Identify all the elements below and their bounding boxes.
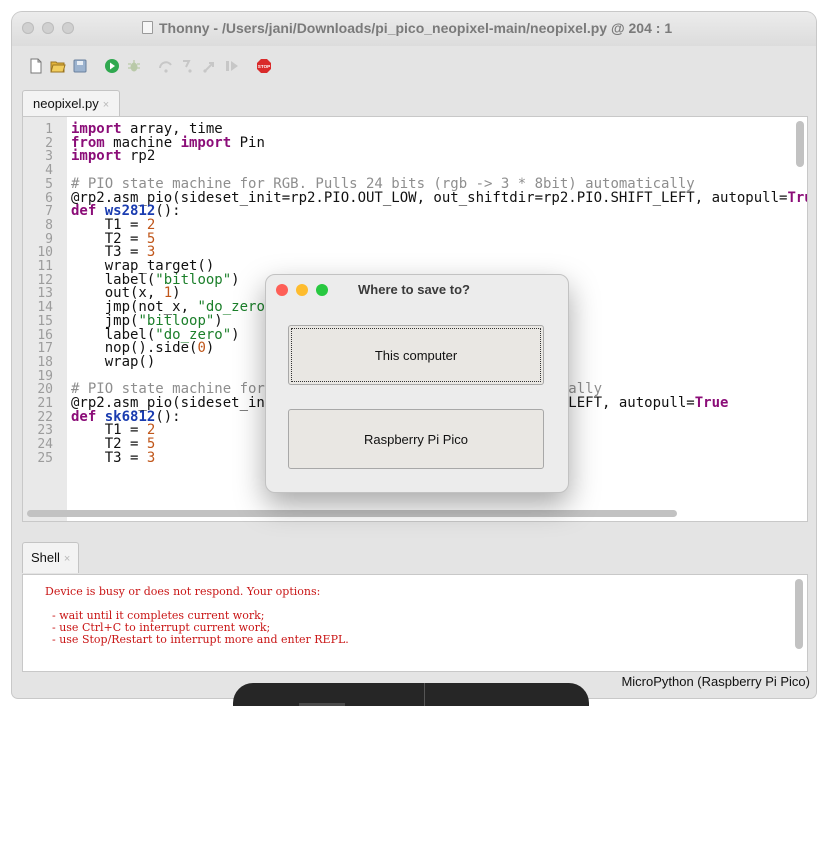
open-file-icon[interactable]: [50, 58, 66, 74]
shell-panel[interactable]: Device is busy or does not respond. Your…: [22, 574, 808, 672]
editor-vertical-scrollbar[interactable]: [796, 121, 804, 167]
tab-shell[interactable]: Shell ×: [22, 542, 80, 573]
interpreter-status[interactable]: MicroPython (Raspberry Pi Pico): [621, 674, 810, 689]
line-number: 11: [37, 259, 53, 274]
line-number: 7: [45, 204, 53, 220]
step-into-icon[interactable]: [180, 58, 196, 74]
code-line: @rp2.asm_pio(sideset_init=rp2.PIO.OUT_LO…: [71, 189, 807, 206]
line-number: 4: [45, 163, 53, 179]
line-number: 24: [37, 437, 53, 453]
line-number: 15: [37, 313, 53, 329]
tab-neopixel-py[interactable]: neopixel.py ×: [22, 90, 121, 117]
line-number: 10: [37, 245, 53, 261]
shell-message: Device is busy or does not respond. Your…: [45, 585, 321, 598]
dialog-close-icon[interactable]: [276, 284, 288, 296]
close-window-icon[interactable]: [22, 22, 34, 34]
line-number: 17: [37, 341, 53, 357]
line-number: 5: [45, 176, 53, 192]
editor-horizontal-scrollbar[interactable]: [27, 510, 677, 517]
tab-label: neopixel.py: [33, 96, 99, 111]
debug-icon[interactable]: [126, 58, 142, 74]
run-icon[interactable]: [104, 58, 120, 74]
line-number: 6: [45, 190, 53, 206]
minimize-window-icon[interactable]: [42, 22, 54, 34]
dialog-title-bar[interactable]: Where to save to?: [266, 275, 568, 303]
resume-icon[interactable]: [224, 58, 240, 74]
line-number: 22: [37, 409, 53, 425]
save-file-icon[interactable]: [72, 58, 88, 74]
line-number: 25: [37, 450, 53, 466]
stop-label: STOP: [258, 64, 270, 69]
shell-tab-close-icon[interactable]: ×: [64, 553, 70, 565]
title-bar[interactable]: Thonny - /Users/jani/Downloads/pi_pico_n…: [12, 12, 816, 46]
raspberry-pi-pico-button[interactable]: Raspberry Pi Pico: [288, 409, 544, 469]
editor-tab-bar: neopixel.py ×: [12, 86, 816, 117]
shell-tab-bar: Shell ×: [12, 536, 816, 574]
line-number: 20: [37, 382, 53, 398]
step-over-icon[interactable]: [158, 58, 174, 74]
line-number: 21: [37, 396, 53, 411]
this-computer-button[interactable]: This computer: [288, 325, 544, 385]
dialog-title: Where to save to?: [358, 282, 470, 297]
dialog-minimize-icon[interactable]: [296, 284, 308, 296]
code-line: T1 = 2: [71, 216, 156, 233]
line-number: 19: [37, 368, 53, 384]
line-number: 13: [37, 286, 53, 302]
line-number: 16: [37, 327, 53, 343]
line-number: 9: [45, 231, 53, 247]
shell-vertical-scrollbar[interactable]: [795, 579, 803, 649]
line-number: 23: [37, 423, 53, 439]
code-line: import rp2: [71, 148, 156, 165]
code-line: from machine import Pin: [71, 134, 265, 151]
toolbar: STOP: [12, 46, 816, 86]
line-number: 8: [45, 217, 53, 233]
tab-close-icon[interactable]: ×: [103, 99, 109, 111]
dialog-zoom-icon[interactable]: [316, 284, 328, 296]
window-title: Thonny - /Users/jani/Downloads/pi_pico_n…: [142, 20, 672, 36]
code-line: T2 = 5: [71, 230, 156, 247]
line-number: 18: [37, 354, 53, 370]
shell-message: - use Stop/Restart to interrupt more and…: [45, 633, 349, 646]
line-number: 12: [37, 272, 53, 288]
line-number: 3: [45, 149, 53, 165]
line-number: 2: [45, 135, 53, 151]
stop-icon[interactable]: STOP: [256, 58, 272, 74]
code-line: def ws2812():: [71, 203, 181, 220]
document-icon: [142, 21, 153, 34]
shell-tab-label: Shell: [31, 550, 60, 565]
line-number: 14: [37, 300, 53, 316]
blank-area: [0, 706, 826, 846]
new-file-icon[interactable]: [28, 58, 44, 74]
zoom-window-icon[interactable]: [62, 22, 74, 34]
save-location-dialog: Where to save to? This computer Raspberr…: [265, 274, 569, 493]
line-number: 1: [45, 122, 53, 137]
step-out-icon[interactable]: [202, 58, 218, 74]
